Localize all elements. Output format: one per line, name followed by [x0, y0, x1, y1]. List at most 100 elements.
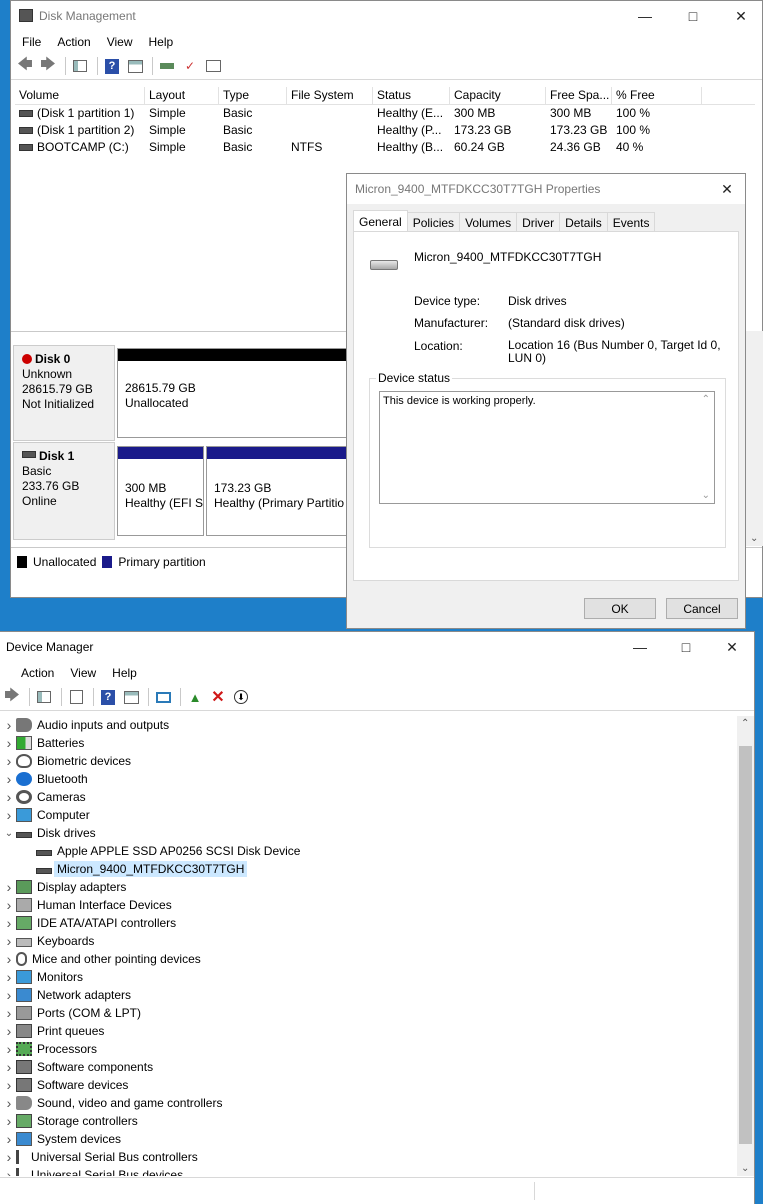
chevron-right-icon[interactable]: › [2, 1167, 16, 1176]
tree-category-node[interactable]: › Cameras [0, 788, 738, 806]
uninstall-device-icon[interactable]: ✕ [208, 687, 228, 707]
column-header-status[interactable]: Status [373, 87, 450, 104]
chevron-right-icon[interactable]: › [2, 1005, 16, 1021]
close-button[interactable]: ✕ [709, 632, 755, 662]
chevron-down-icon[interactable]: ⌄ [702, 490, 710, 501]
chevron-up-icon[interactable]: ⌃ [702, 394, 710, 405]
tree-category-node[interactable]: ⌄ Disk drives [0, 824, 738, 842]
tree-category-node[interactable]: › Monitors [0, 968, 738, 986]
back-arrow-icon[interactable]: 🡄 [15, 56, 35, 76]
column-header-percent-free[interactable]: % Free [612, 87, 702, 104]
chevron-right-icon[interactable]: › [2, 1077, 16, 1093]
device-status-textbox[interactable]: This device is working properly. ⌃ ⌄ [379, 391, 715, 504]
graph-scrollbar[interactable]: ⌄ [746, 331, 763, 546]
chevron-right-icon[interactable]: › [2, 1113, 16, 1129]
tree-category-node[interactable]: › Ports (COM & LPT) [0, 1004, 738, 1022]
tree-child-node[interactable]: Micron_9400_MTFDKCC30T7TGH [0, 860, 738, 878]
disk-1-efi-partition[interactable]: 300 MB Healthy (EFI S [117, 446, 204, 536]
table-row[interactable]: BOOTCAMP (C:) Simple Basic NTFS Healthy … [15, 139, 755, 156]
disk-0-label[interactable]: Disk 0 Unknown 28615.79 GB Not Initializ… [13, 345, 115, 441]
column-header-free-space[interactable]: Free Spa... [546, 87, 612, 104]
disk-1-primary-partition[interactable]: 173.23 GB Healthy (Primary Partitio [206, 446, 357, 536]
disk-list-icon[interactable] [203, 56, 223, 76]
menu-help[interactable]: Help [141, 35, 182, 49]
tree-category-node[interactable]: › Computer [0, 806, 738, 824]
chevron-right-icon[interactable]: › [2, 717, 16, 733]
column-header-layout[interactable]: Layout [145, 87, 219, 104]
chevron-down-icon[interactable]: ⌄ [750, 533, 758, 544]
minimize-button[interactable]: — [622, 1, 668, 31]
scan-hardware-icon[interactable] [153, 687, 173, 707]
menu-action[interactable]: Action [13, 666, 62, 680]
device-tree-scrollbar[interactable]: ⌃ ⌄ [737, 716, 754, 1176]
chevron-right-icon[interactable]: › [2, 933, 16, 949]
tree-category-node[interactable]: › Processors [0, 1040, 738, 1058]
help-icon[interactable]: ? [102, 56, 122, 76]
chevron-right-icon[interactable]: › [2, 1041, 16, 1057]
properties-icon[interactable] [66, 687, 86, 707]
help-icon[interactable]: ? [98, 687, 118, 707]
tree-category-node[interactable]: › Network adapters [0, 986, 738, 1004]
disk-0-unallocated-partition[interactable]: 28615.79 GB Unallocated [117, 348, 357, 438]
tree-category-node[interactable]: › Universal Serial Bus devices [0, 1166, 738, 1176]
column-header-capacity[interactable]: Capacity [450, 87, 546, 104]
menu-file[interactable]: File [14, 35, 49, 49]
cancel-button[interactable]: Cancel [666, 598, 738, 619]
chevron-right-icon[interactable]: › [2, 807, 16, 823]
minimize-button[interactable]: — [617, 632, 663, 662]
tree-category-node[interactable]: › Keyboards [0, 932, 738, 950]
chevron-right-icon[interactable]: › [2, 735, 16, 751]
table-row[interactable]: (Disk 1 partition 2) Simple Basic Health… [15, 122, 755, 139]
chevron-right-icon[interactable]: › [2, 789, 16, 805]
tree-category-node[interactable]: › Batteries [0, 734, 738, 752]
tree-category-node[interactable]: › Bluetooth [0, 770, 738, 788]
chevron-right-icon[interactable]: › [2, 1023, 16, 1039]
tree-category-node[interactable]: › Software components [0, 1058, 738, 1076]
tree-child-node[interactable]: Apple APPLE SSD AP0256 SCSI Disk Device [0, 842, 738, 860]
checklist-icon[interactable]: ✓ [180, 56, 200, 76]
scrollbar-thumb[interactable] [739, 746, 752, 1144]
chevron-right-icon[interactable]: › [2, 1059, 16, 1075]
tree-category-node[interactable]: › Software devices [0, 1076, 738, 1094]
forward-arrow-icon[interactable]: 🡆 [38, 56, 58, 76]
connect-disk-icon[interactable] [157, 56, 177, 76]
chevron-right-icon[interactable]: › [2, 897, 16, 913]
chevron-right-icon[interactable]: › [2, 753, 16, 769]
tree-category-node[interactable]: › Print queues [0, 1022, 738, 1040]
download-icon[interactable]: ⬇ [231, 687, 251, 707]
chevron-right-icon[interactable]: › [2, 879, 16, 895]
close-button[interactable]: ✕ [718, 1, 763, 31]
forward-arrow-icon[interactable]: 🡆 [2, 687, 22, 707]
chevron-right-icon[interactable]: › [2, 951, 16, 967]
table-row[interactable]: (Disk 1 partition 1) Simple Basic Health… [15, 105, 755, 122]
show-hide-console-tree-icon[interactable] [34, 687, 54, 707]
disk-1-label[interactable]: Disk 1 Basic 233.76 GB Online [13, 442, 115, 540]
chevron-right-icon[interactable]: › [2, 969, 16, 985]
close-button[interactable]: ✕ [707, 174, 747, 204]
tree-category-node[interactable]: › IDE ATA/ATAPI controllers [0, 914, 738, 932]
tree-category-node[interactable]: › Display adapters [0, 878, 738, 896]
update-driver-icon[interactable]: ▲ [185, 687, 205, 707]
maximize-button[interactable]: □ [670, 1, 716, 31]
maximize-button[interactable]: □ [663, 632, 709, 662]
show-hide-console-tree-icon[interactable] [70, 56, 90, 76]
chevron-down-icon[interactable]: ⌄ [741, 1163, 749, 1174]
tree-category-node[interactable]: › System devices [0, 1130, 738, 1148]
chevron-right-icon[interactable]: › [2, 1149, 16, 1165]
chevron-right-icon[interactable]: › [2, 771, 16, 787]
menu-view[interactable]: View [99, 35, 141, 49]
tree-category-node[interactable]: › Biometric devices [0, 752, 738, 770]
tree-category-node[interactable]: › Human Interface Devices [0, 896, 738, 914]
menu-action[interactable]: Action [49, 35, 98, 49]
menu-help[interactable]: Help [104, 666, 145, 680]
tree-category-node[interactable]: › Mice and other pointing devices [0, 950, 738, 968]
menu-view[interactable]: View [62, 666, 104, 680]
tree-category-node[interactable]: › Storage controllers [0, 1112, 738, 1130]
chevron-right-icon[interactable]: › [2, 987, 16, 1003]
chevron-right-icon[interactable]: › [2, 915, 16, 931]
tree-category-node[interactable]: › Sound, video and game controllers [0, 1094, 738, 1112]
chevron-right-icon[interactable]: › [2, 1131, 16, 1147]
tree-category-node[interactable]: › Universal Serial Bus controllers [0, 1148, 738, 1166]
column-header-type[interactable]: Type [219, 87, 287, 104]
column-header-file-system[interactable]: File System [287, 87, 373, 104]
